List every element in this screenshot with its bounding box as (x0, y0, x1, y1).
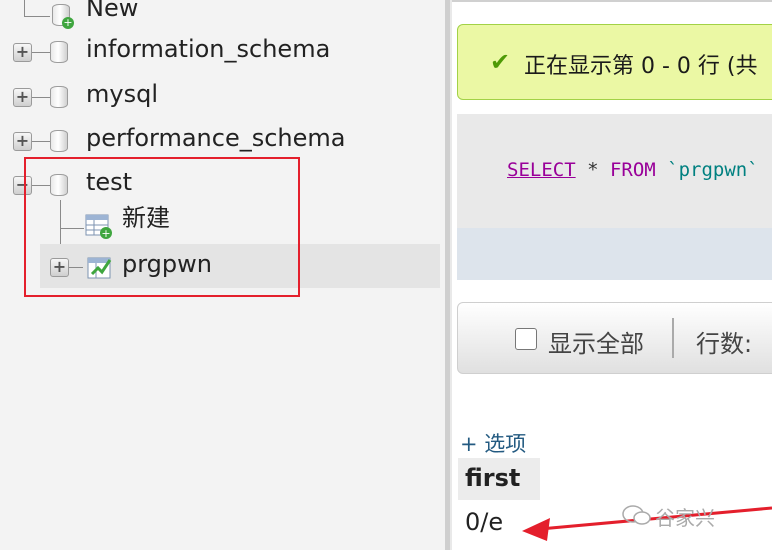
watermark: 谷家兴 (655, 506, 715, 530)
sql-select-keyword[interactable]: SELECT (507, 159, 576, 181)
results-navbar: 显示全部 行数: (457, 302, 772, 374)
database-icon (50, 41, 68, 63)
sql-query: SELECT * FROM `prgpwn` (507, 159, 759, 181)
nav-item-database[interactable]: + performance_schema (0, 118, 440, 162)
success-message: ✔ 正在显示第 0 - 0 行 (共 (457, 24, 772, 100)
database-name[interactable]: information_schema (86, 35, 330, 63)
nav-item-database[interactable]: + information_schema (0, 29, 440, 73)
wechat-icon (622, 505, 651, 525)
expand-icon[interactable]: + (13, 88, 32, 107)
table-cell: 0/e (465, 508, 504, 536)
tree-line (24, 16, 50, 17)
sql-query-box: SELECT * FROM `prgpwn` (457, 114, 772, 280)
sql-from-keyword: FROM (609, 159, 656, 181)
database-icon (50, 86, 68, 108)
options-link[interactable]: + 选项 (460, 428, 526, 458)
nav-item-database[interactable]: + mysql (0, 74, 440, 118)
tree-line (32, 141, 50, 142)
nav-new-label[interactable]: New (86, 0, 138, 22)
rows-label: 行数: (696, 330, 753, 358)
success-text: 正在显示第 0 - 0 行 (共 (524, 54, 758, 79)
tree-line (32, 97, 50, 98)
show-all-checkbox[interactable] (515, 328, 537, 350)
nav-item-new[interactable]: + New (0, 0, 440, 30)
show-all-label[interactable]: 显示全部 (548, 324, 644, 359)
column-header-label[interactable]: first (465, 464, 520, 492)
database-name[interactable]: performance_schema (86, 124, 345, 152)
tree-line (32, 52, 50, 53)
highlight-box (24, 157, 300, 297)
database-icon (50, 130, 68, 152)
check-icon: ✔ (490, 48, 511, 76)
navigation-panel: + New + information_schema + mysql + per… (0, 0, 445, 550)
separator (672, 318, 674, 358)
sql-star: * (575, 159, 610, 181)
sql-table-name: `prgpwn` (655, 159, 759, 181)
plus-badge-icon: + (62, 16, 74, 29)
sql-box-footer (457, 228, 772, 280)
expand-icon[interactable]: + (13, 43, 32, 62)
top-border (452, 0, 772, 2)
column-header[interactable]: first (458, 458, 540, 500)
tree-line (24, 0, 25, 16)
main-panel: ✔ 正在显示第 0 - 0 行 (共 SELECT * FROM `prgpwn… (452, 0, 772, 550)
expand-icon[interactable]: + (13, 132, 32, 151)
database-name[interactable]: mysql (86, 80, 158, 108)
